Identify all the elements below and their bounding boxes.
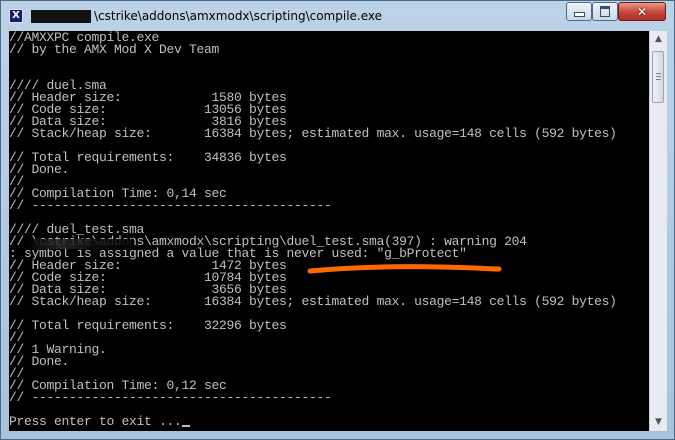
highlight-stroke-path: [307, 264, 502, 274]
console-line: // -------------------------------------…: [9, 390, 332, 405]
console-line: // Stack/heap size: 16384 bytes; estimat…: [9, 294, 617, 309]
console-window: X \cstrike\addons\amxmodx\scripting\comp…: [0, 0, 675, 440]
window-title: \cstrike\addons\amxmodx\scripting\compil…: [94, 9, 383, 23]
vertical-scrollbar[interactable]: ▲ ▼: [649, 31, 667, 431]
thumb-grip: [656, 73, 661, 74]
scrollbar-thumb[interactable]: [652, 51, 664, 103]
console-line: // -------------------------------------…: [9, 198, 332, 213]
console-line: // Total requirements: 32296 bytes: [9, 318, 287, 333]
minimize-button[interactable]: [566, 2, 592, 21]
maximize-icon: [600, 6, 610, 17]
console-output[interactable]: //AMXXPC compile.exe// by the AMX Mod X …: [9, 31, 649, 431]
scroll-down-icon[interactable]: ▼: [650, 414, 667, 431]
redacted-path-prefix: [31, 10, 91, 23]
console-line: // Stack/heap size: 16384 bytes; estimat…: [9, 126, 617, 141]
redacted-warning-path: [27, 239, 133, 249]
close-icon: ✕: [636, 4, 648, 19]
text-cursor: [181, 425, 190, 427]
title-bar[interactable]: X \cstrike\addons\amxmodx\scripting\comp…: [1, 1, 674, 29]
close-button[interactable]: ✕: [618, 2, 666, 21]
minimize-icon: [573, 12, 585, 17]
thumb-grip: [656, 79, 661, 80]
console-line: Press enter to exit ...: [9, 415, 190, 428]
maximize-button[interactable]: [592, 2, 618, 21]
cmd-app-icon[interactable]: X: [9, 9, 23, 23]
console-line: // by the AMX Mod X Dev Team: [9, 42, 220, 57]
scroll-up-icon[interactable]: ▲: [650, 31, 667, 48]
thumb-grip: [656, 76, 661, 77]
orange-highlight-underline: [307, 264, 502, 274]
